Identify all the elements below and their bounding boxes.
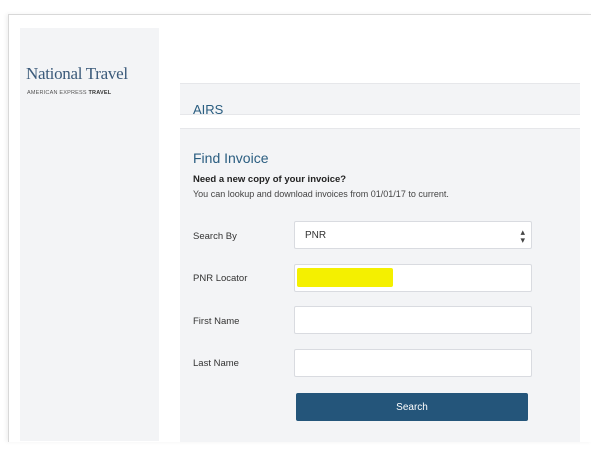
pnr-locator-input[interactable] [294,264,532,292]
section-title: Find Invoice [193,150,269,166]
pnr-locator-label: PNR Locator [193,273,248,284]
header-panel [180,83,580,115]
brand-logo-sub-prefix: AMERICAN EXPRESS [27,90,87,96]
search-by-label: Search By [193,231,237,242]
brand-logo: National Travel [26,64,128,83]
last-name-label: Last Name [193,358,239,369]
page-title: AIRS [193,102,224,117]
brand-logo-subtitle: AMERICAN EXPRESS TRAVEL [27,90,111,96]
up-down-caret-icon: ▴ ▾ [520,227,525,245]
last-name-input[interactable] [294,349,532,377]
brand-logo-sub-bold: TRAVEL [88,90,112,96]
section-subtitle: Need a new copy of your invoice? [193,174,347,185]
search-by-selected-value: PNR [305,230,327,241]
first-name-label: First Name [193,316,240,327]
first-name-input[interactable] [294,306,532,334]
section-description: You can lookup and download invoices fro… [193,189,449,199]
search-by-select[interactable]: PNR ▴ ▾ [294,221,532,249]
search-button[interactable]: Search [296,393,528,421]
